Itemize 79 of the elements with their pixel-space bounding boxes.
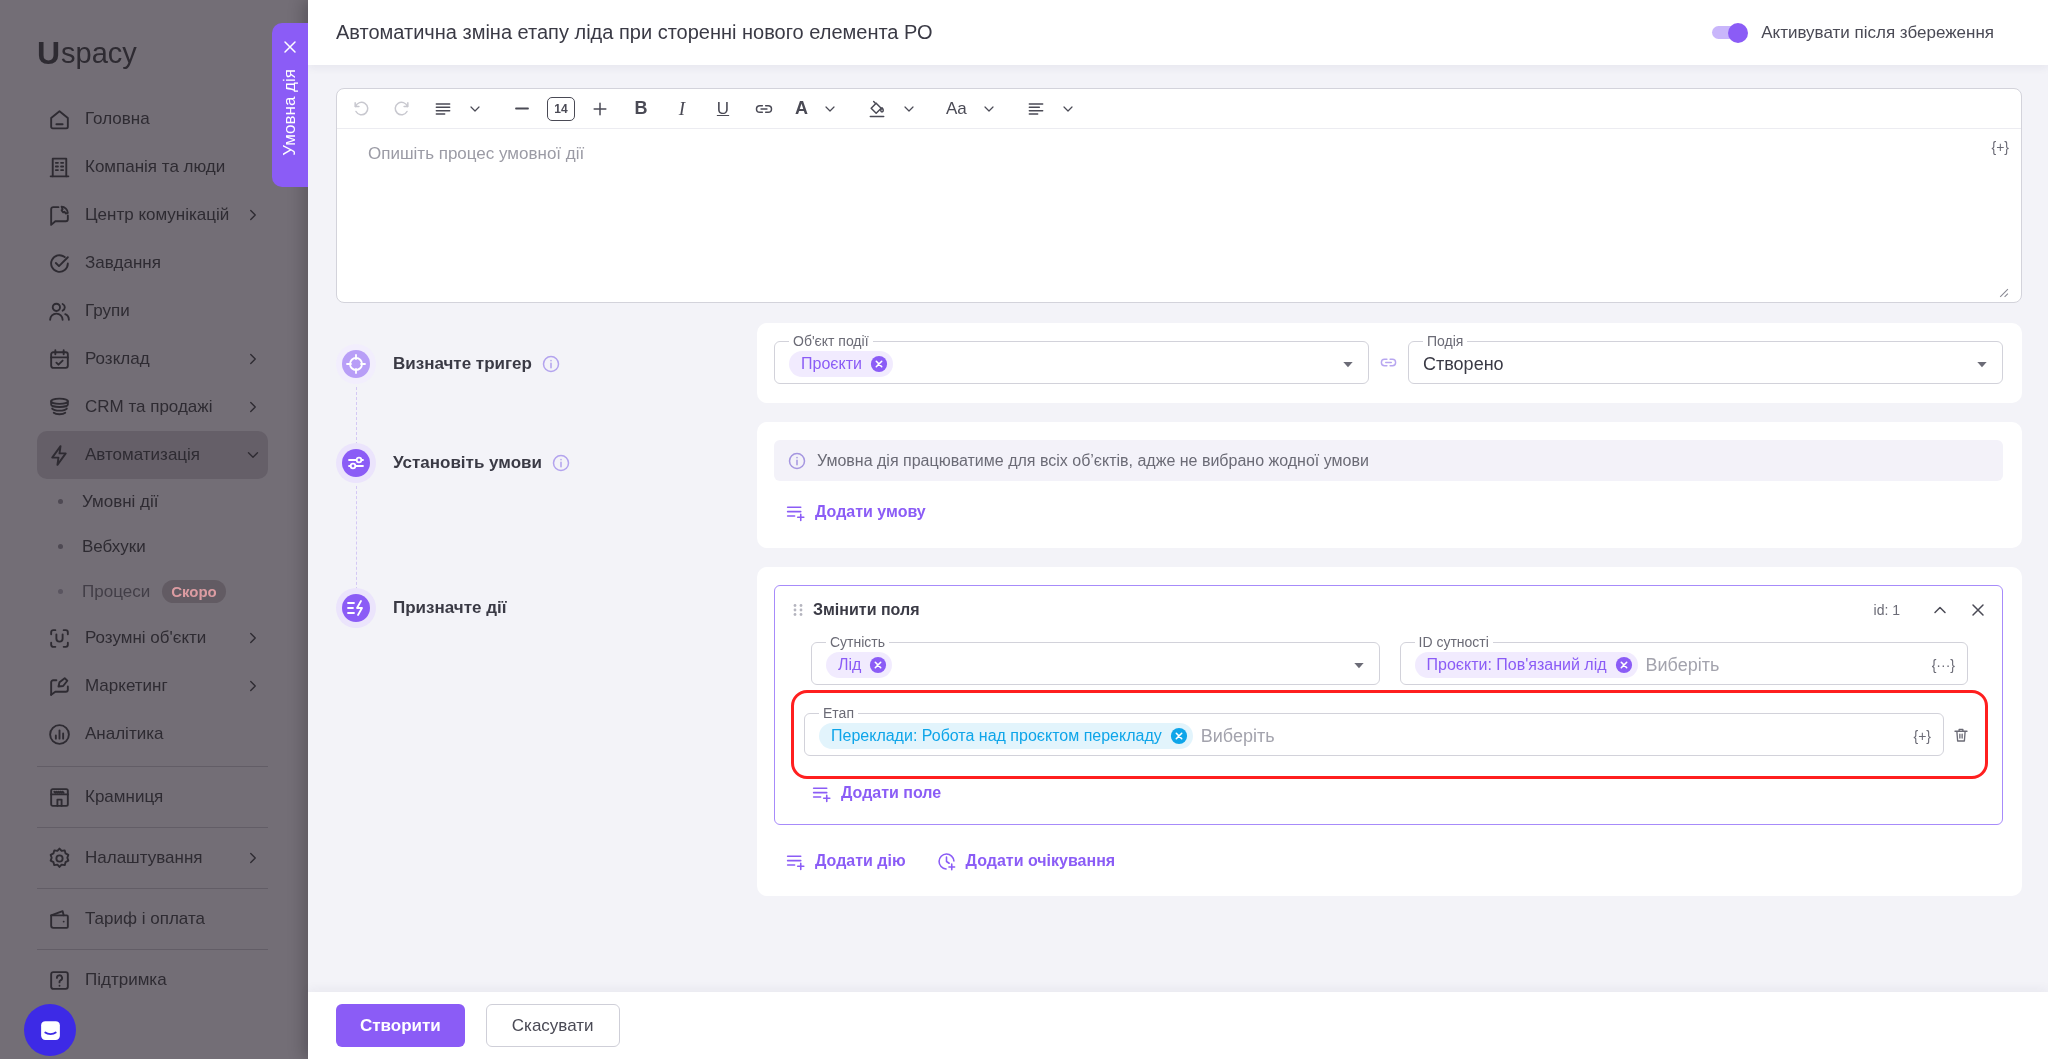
paint-bucket-icon [867,98,887,119]
redo-icon [392,98,412,119]
add-wait-link[interactable]: Додати очікування [935,850,1116,872]
text-color-dropdown[interactable]: A [789,93,844,124]
select-field[interactable]: Об'єкт події Проєкти [774,333,1369,384]
sidebar-item[interactable]: Групи [37,287,268,335]
selected-tag[interactable]: Лід [826,652,893,678]
sidebar-subitem[interactable]: Вебхуки [37,524,268,569]
add-field-link[interactable]: Додати поле [811,782,942,804]
description-input[interactable]: Опишіть процес умовної дії [337,129,1992,298]
sidebar-item[interactable]: CRM та продажі [37,383,268,431]
selected-tag[interactable]: Проєкти [789,351,893,377]
add-action-link[interactable]: Додати дію [785,850,906,872]
tag-input-field[interactable]: ID сутності Проєкти: Пов'язаний лід Виберіть {···} [1399,634,1968,685]
insert-variable-button[interactable]: {···} [1931,657,1955,673]
step-title: Визначте тригер [393,354,532,374]
sidebar-item[interactable]: Підтримка [37,958,268,1002]
insert-variable-button[interactable]: {+} [1991,139,2009,155]
field-label: Подія [1426,333,1465,349]
sidebar-item[interactable]: Маркетинг [37,662,268,710]
remove-tag-icon[interactable] [1614,656,1633,674]
selected-tag[interactable]: Проєкти: Пов'язаний лід [1414,652,1638,678]
settings-icon [47,845,72,871]
block-id: id: 1 [1873,602,1900,618]
bold-button[interactable]: B [625,93,657,124]
side-tab[interactable]: Умовна дія [272,23,308,187]
field-label: Етап [822,705,855,721]
sidebar-item[interactable]: Центр комунікацій [37,191,268,239]
text-case-dropdown[interactable]: Aa [940,93,1003,124]
sidebar-item[interactable]: Розумні об'єкти [37,614,268,662]
toggle-switch[interactable] [1712,22,1749,43]
clock-plus-icon [935,850,957,872]
sidebar-item[interactable]: Розклад [37,335,268,383]
minus-icon [515,107,529,110]
toggle-label: Активувати після збереження [1761,22,1994,43]
sidebar-item[interactable]: Головна [37,95,268,143]
sidebar-item[interactable]: Крамниця [37,775,268,819]
info-icon [787,450,807,471]
field-value: Створено [1423,353,1504,375]
sidebar-item[interactable]: Завдання [37,239,268,287]
chart-circle-icon [47,721,72,747]
selected-tag[interactable]: Переклади: Робота над проєктом перекладу [819,723,1193,749]
remove-tag-icon[interactable] [1169,727,1188,745]
field-label: Об'єкт події [792,333,870,349]
bullet-icon [58,499,63,504]
tag-input-field[interactable]: Етап Переклади: Робота над проєктом перекладу Виберіть {+} [804,705,1944,756]
sidebar-item[interactable]: Тариф і оплата [37,897,268,941]
step-title: Призначте дії [393,598,507,618]
underline-button[interactable]: U [707,93,739,124]
font-size-input[interactable]: 14 [547,96,575,121]
select-field[interactable]: Сутність Лід [811,634,1380,685]
create-button[interactable]: Створити [336,1004,465,1047]
bullet-icon [58,544,63,549]
add-condition-link[interactable]: Додати умову [785,501,926,523]
sidebar-item[interactable]: Автоматизація [37,431,268,479]
sidebar-item[interactable]: Компанія та люди [37,143,268,191]
rich-text-editor[interactable]: 14 B I U A Aa Опишіть процес умовної дії {+} [336,88,2022,303]
logo: Uspacy [37,38,137,68]
field-label: ID сутності [1417,634,1490,650]
remove-tag-icon[interactable] [869,656,888,674]
calendar-check-icon [47,346,72,372]
info-message: Умовна дія працюватиме для всіх об’єктів, адже не вибрано жодної умови [817,451,1369,470]
block-title: Змінити поля [813,601,921,619]
insert-variable-button[interactable]: {+} [1913,728,1931,744]
step-title: Установіть умови [393,453,542,473]
sidebar-item[interactable]: Налаштування [37,836,268,880]
undo-icon [351,98,371,119]
soon-badge: Скоро [162,580,226,603]
italic-button[interactable]: I [666,93,698,124]
sidebar-subitem[interactable]: Умовні дії [37,479,268,524]
cancel-button[interactable]: Скасувати [485,1004,620,1047]
sidebar-item[interactable]: Аналітика [37,710,268,758]
drag-handle-icon[interactable] [791,603,805,617]
panel-title: Автоматична зміна етапу ліда при сторенні нового елемента РО [336,21,933,44]
field-label: Сутність [829,634,887,650]
bullet-icon [58,589,63,594]
resize-handle-icon[interactable] [1998,287,2009,298]
remove-tag-icon[interactable] [869,355,888,373]
select-field[interactable]: Подія Створено [1408,333,2003,384]
